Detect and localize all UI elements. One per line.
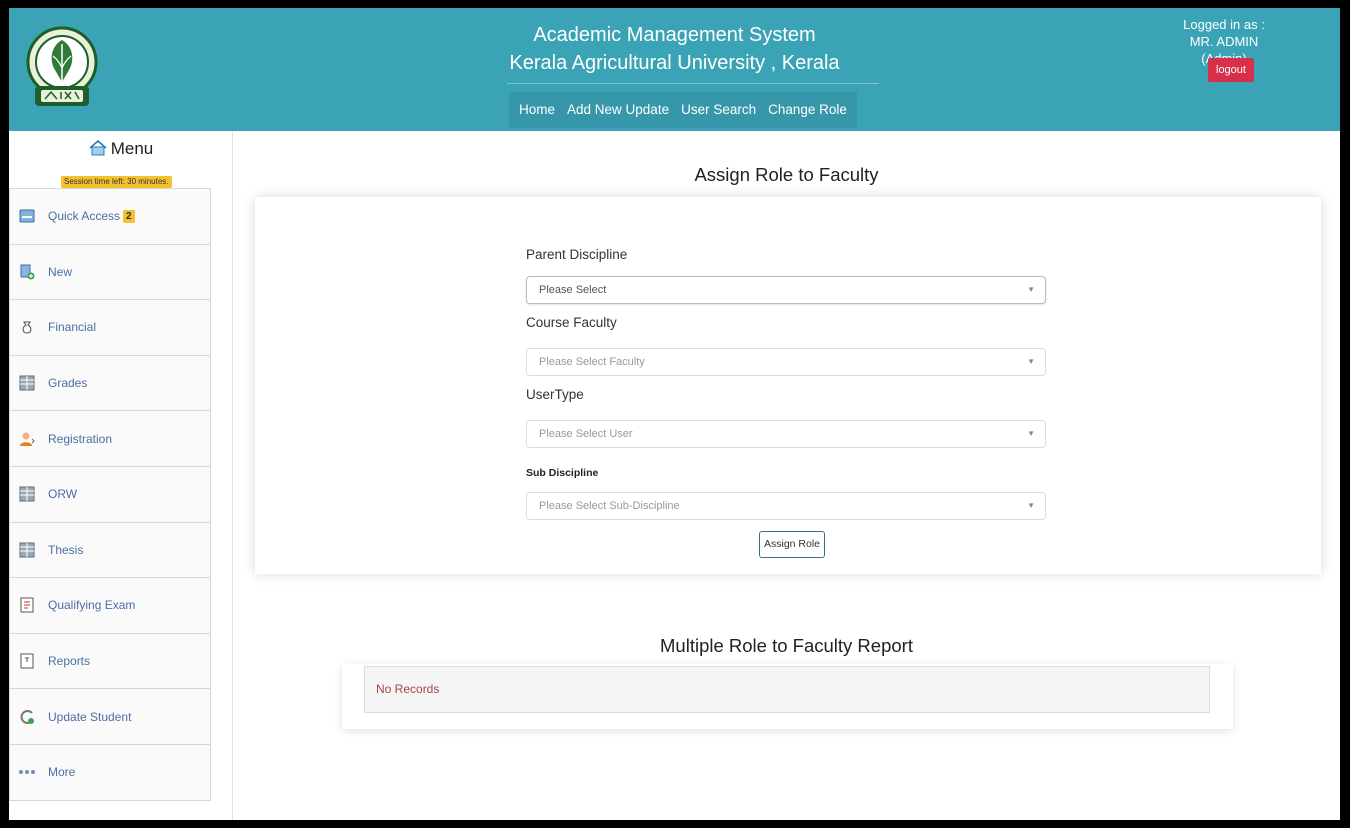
sidebar-item-more[interactable]: More — [10, 744, 210, 801]
course-faculty-value: Please Select Faculty — [539, 356, 645, 368]
registration-icon — [18, 430, 36, 448]
parent-discipline-label: Parent Discipline — [526, 247, 628, 262]
course-faculty-select[interactable]: Please Select Faculty ▼ — [526, 348, 1046, 376]
parent-discipline-select[interactable]: Please Select ▼ — [526, 276, 1046, 304]
nav-home[interactable]: Home — [513, 92, 561, 128]
sidebar-item-label: Financial — [48, 320, 97, 335]
sidebar-item-label: Quick Access — [48, 209, 121, 224]
logout-button[interactable]: logout — [1208, 58, 1254, 82]
university-name: Kerala Agricultural University , Kerala — [509, 52, 840, 74]
sidebar-item-reports[interactable]: Reports — [10, 633, 210, 690]
sidebar-item-thesis[interactable]: Thesis — [10, 522, 210, 579]
user-type-select[interactable]: Please Select User ▼ — [526, 420, 1046, 448]
sidebar-item-new[interactable]: New — [10, 244, 210, 301]
menu-heading: Menu — [9, 139, 233, 161]
reports-icon — [18, 652, 36, 670]
chevron-down-icon: ▼ — [1027, 357, 1035, 366]
sidebar-item-registration[interactable]: Registration — [10, 411, 210, 467]
update-student-icon — [18, 708, 36, 726]
chevron-down-icon: ▼ — [1027, 501, 1035, 510]
user-type-label: UserType — [526, 387, 584, 402]
grades-icon — [18, 374, 36, 392]
sub-discipline-value: Please Select Sub-Discipline — [539, 500, 680, 512]
assign-role-button[interactable]: Assign Role — [759, 531, 825, 558]
sidebar-item-label: More — [48, 765, 76, 780]
sub-discipline-label: Sub Discipline — [526, 467, 599, 479]
title-divider — [507, 83, 879, 84]
app-window: Academic Management System Kerala Agricu… — [9, 8, 1340, 820]
quick-access-count-badge: 2 — [123, 209, 135, 223]
sidebar-item-qualifying-exam[interactable]: Qualifying Exam — [10, 578, 210, 634]
sidebar-item-quick-access[interactable]: Quick Access 2 — [10, 189, 210, 245]
home-icon — [89, 139, 107, 161]
sidebar-item-label: Qualifying Exam — [48, 598, 136, 613]
sidebar-item-orw[interactable]: ORW — [10, 466, 210, 523]
orw-icon — [18, 485, 36, 503]
qualifying-exam-icon — [18, 596, 36, 614]
header: Academic Management System Kerala Agricu… — [9, 8, 1340, 131]
sidebar-item-label: Thesis — [48, 542, 84, 557]
sidebar-item-grades[interactable]: Grades — [10, 355, 210, 412]
sidebar-item-update-student[interactable]: Update Student — [10, 689, 210, 745]
menu-title-text: Menu — [110, 139, 154, 158]
financial-icon — [18, 318, 36, 336]
session-timer-badge: Session time left: 30 minutes. — [61, 176, 172, 188]
no-records-message: No Records — [364, 666, 1210, 713]
nav-add-new-update[interactable]: Add New Update — [561, 92, 675, 128]
nav-user-search[interactable]: User Search — [675, 92, 762, 128]
sidebar-item-label: Registration — [48, 431, 113, 446]
sidebar-item-label: Reports — [48, 654, 91, 669]
sidebar-item-label: Grades — [48, 376, 88, 391]
nav-change-role[interactable]: Change Role — [762, 92, 853, 128]
chevron-down-icon: ▼ — [1027, 429, 1035, 438]
report-title: Multiple Role to Faculty Report — [660, 635, 913, 656]
sidebar-item-label: Update Student — [48, 709, 132, 724]
top-nav: Home Add New Update User Search Change R… — [509, 92, 857, 128]
new-icon — [18, 263, 36, 281]
sidebar: Menu Session time left: 30 minutes. Quic… — [9, 131, 233, 820]
sidebar-item-label: New — [48, 264, 73, 279]
sidebar-item-label: ORW — [48, 487, 78, 502]
thesis-icon — [18, 541, 36, 559]
sidebar-item-financial[interactable]: Financial — [10, 300, 210, 356]
logged-in-label: Logged in as : — [1183, 17, 1265, 32]
course-faculty-label: Course Faculty — [526, 315, 617, 330]
quick-access-icon — [18, 207, 36, 225]
sub-discipline-select[interactable]: Please Select Sub-Discipline ▼ — [526, 492, 1046, 520]
parent-discipline-value: Please Select — [539, 284, 607, 296]
user-type-value: Please Select User — [539, 428, 633, 440]
sidebar-menu: Quick Access 2 New Financial Grades Regi… — [9, 188, 211, 801]
chevron-down-icon: ▼ — [1027, 285, 1035, 294]
app-title: Academic Management System — [533, 24, 816, 46]
page-title: Assign Role to Faculty — [694, 164, 879, 185]
more-icon — [18, 763, 36, 781]
